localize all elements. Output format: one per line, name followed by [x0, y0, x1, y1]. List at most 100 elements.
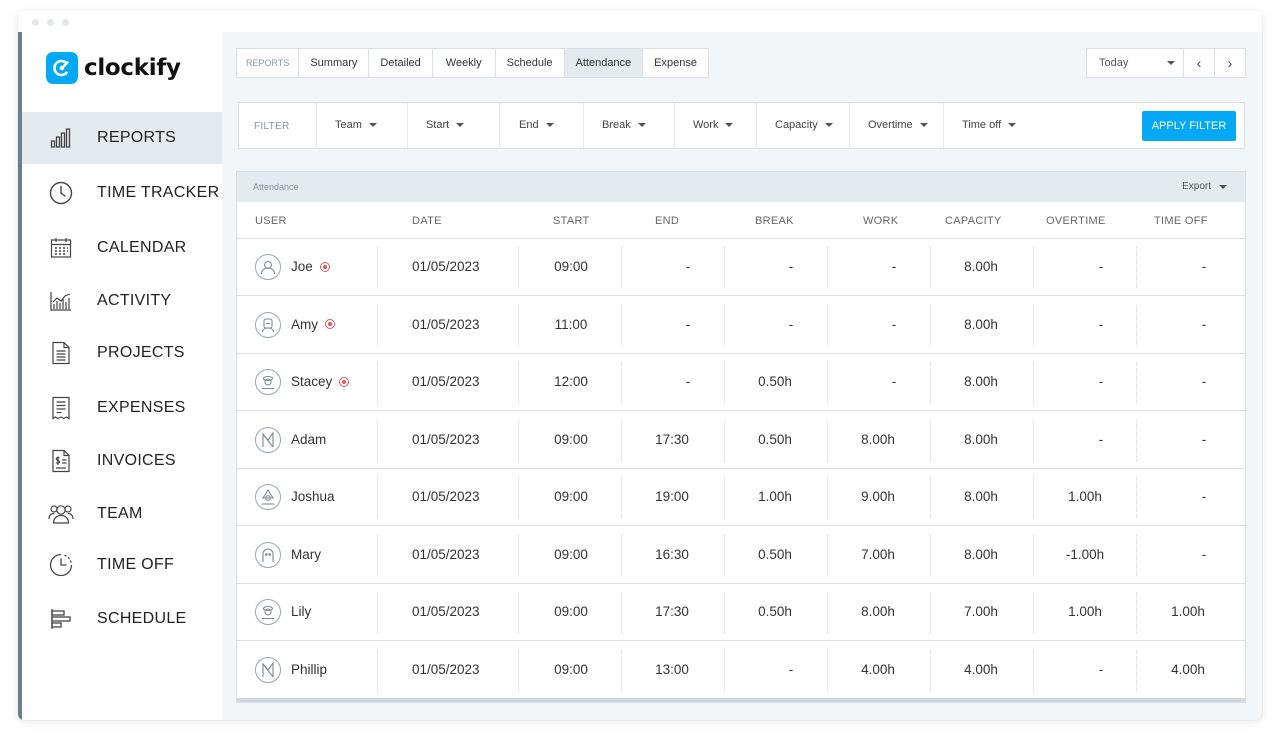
cell-start: 11:00 [554, 316, 588, 332]
user-name[interactable]: Adam [291, 432, 326, 447]
cell-date: 01/05/2023 [412, 661, 480, 677]
sidebar-item-label: INVOICES [97, 452, 176, 469]
user-name[interactable]: Mary [291, 547, 321, 562]
prev-range-button[interactable]: ‹ [1183, 49, 1214, 77]
cell-divider [1033, 419, 1034, 461]
cell-date: 01/05/2023 [412, 374, 480, 389]
sidebar-item-activity[interactable]: ACTIVITY [22, 275, 222, 327]
tab-summary[interactable]: Summary [298, 49, 369, 77]
column-header-capacity[interactable]: CAPACITY [945, 215, 1002, 227]
chevron-down-icon [725, 123, 734, 127]
cell-divider [518, 247, 519, 288]
filter-divider [943, 103, 944, 148]
sidebar-item-label: REPORTS [97, 129, 177, 146]
sidebar-item-invoices[interactable]: INVOICES [22, 435, 222, 487]
table-row[interactable]: Lily 01/05/2023 09:00 17:30 0.50h 8.00h 7.00h 1… [237, 584, 1245, 641]
tab-detailed[interactable]: Detailed [368, 49, 432, 77]
table-row[interactable]: Joe 01/05/2023 09:00 - - - 8.00h - - [237, 239, 1245, 296]
table-row[interactable]: Mary 01/05/2023 09:00 16:30 0.50h 7.00h 8.00h -… [237, 527, 1245, 584]
user-name[interactable]: Phillip [291, 662, 327, 677]
tab-weekly[interactable]: Weekly [431, 49, 495, 77]
cell-divider [1033, 247, 1034, 288]
chevron-left-icon: ‹ [1196, 55, 1202, 71]
sidebar-item-label: TIME OFF [97, 556, 175, 573]
filter-divider [316, 103, 317, 148]
cell-work: 8.00h [861, 604, 895, 619]
user-name-text: Phillip [291, 661, 328, 677]
recording-indicator-icon [319, 261, 330, 272]
cell-date: 01/05/2023 [412, 604, 480, 619]
sidebar-item-reports[interactable]: REPORTS [22, 112, 222, 164]
cell-time-off: - [1201, 546, 1207, 562]
column-header-start[interactable]: START [553, 215, 590, 227]
logo[interactable]: clockify [46, 51, 181, 85]
filter-capacity[interactable]: Capacity [775, 119, 833, 131]
column-header-date[interactable]: DATE [412, 215, 442, 227]
cell-overtime: - [1098, 374, 1104, 389]
filter-work[interactable]: Work [693, 119, 734, 131]
user-name[interactable]: Lily [291, 604, 311, 619]
column-header-overtime[interactable]: OVERTIME [1046, 215, 1106, 227]
sidebar-item-team[interactable]: TEAM [22, 488, 222, 540]
logo-text: clockify [84, 55, 181, 81]
sidebar-item-time-off[interactable]: TIME OFF [22, 539, 222, 591]
column-header-work[interactable]: WORK [863, 215, 898, 227]
export-button[interactable]: Export [1182, 181, 1227, 192]
sidebar-item-time-tracker[interactable]: TIME TRACKER [22, 167, 222, 219]
sidebar-item-expenses[interactable]: EXPENSES [22, 382, 222, 434]
window-dot-icon[interactable] [32, 19, 39, 26]
window-dot-icon[interactable] [47, 19, 54, 26]
sidebar-item-calendar[interactable]: CALENDAR [22, 222, 222, 274]
table-row[interactable]: Stacey 01/05/2023 12:00 - 0.50h - 8.00h - - [237, 354, 1245, 411]
sidebar-item-label: CALENDAR [97, 239, 187, 256]
panel-bottom-scrollbar[interactable] [237, 698, 1245, 702]
apply-filter-button[interactable]: APPLY FILTER [1142, 111, 1236, 141]
column-header-time-off[interactable]: TIME OFF [1154, 215, 1208, 227]
window-dot-icon[interactable] [62, 19, 69, 26]
user-name[interactable]: Stacey [291, 374, 350, 389]
cell-divider [930, 534, 931, 576]
cell-time-off: - [1201, 431, 1207, 447]
table-row[interactable]: Joshua 01/05/2023 09:00 19:00 1.00h 9.00h 8.00… [237, 469, 1245, 526]
next-range-button[interactable]: › [1214, 49, 1245, 77]
tab-expense[interactable]: Expense [642, 49, 708, 77]
date-range-select[interactable]: Today [1087, 49, 1183, 77]
cell-start: 09:00 [554, 604, 588, 619]
filter-time-off[interactable]: Time off [962, 119, 1017, 131]
filter-break[interactable]: Break [602, 119, 646, 131]
filter-team[interactable]: Team [335, 119, 377, 131]
cell-start: 09:00 [554, 431, 588, 447]
cell-divider [518, 649, 519, 691]
table-row[interactable]: Phillip 01/05/2023 09:00 13:00 - 4.00h 4.00h - 4… [237, 642, 1245, 699]
cell-capacity: 8.00h [964, 374, 998, 389]
cell-date: 01/05/2023 [412, 431, 480, 447]
filter-overtime[interactable]: Overtime [868, 119, 928, 131]
cell-divider [621, 649, 622, 691]
attendance-report-panel: Attendance Export USER DATE START END BR… [236, 171, 1246, 703]
column-header-end[interactable]: END [655, 215, 679, 227]
filter-start-label: Start [426, 119, 450, 131]
table-row[interactable]: Amy 01/05/2023 11:00 - - - 8.00h - - [237, 297, 1245, 354]
tab-schedule[interactable]: Schedule [494, 49, 564, 77]
user-name[interactable]: Joe [291, 259, 330, 274]
user-name[interactable]: Amy [291, 317, 335, 332]
filter-start[interactable]: Start [426, 119, 465, 131]
user-name-text: Adam [291, 431, 327, 447]
column-header-user[interactable]: USER [255, 215, 287, 227]
sidebar-item-schedule[interactable]: SCHEDULE [22, 593, 222, 645]
sidebar-item-projects[interactable]: PROJECTS [22, 327, 222, 379]
cell-divider [827, 304, 828, 346]
cell-divider [930, 649, 931, 691]
filter-end[interactable]: End [519, 119, 554, 131]
user-name[interactable]: Joshua [291, 489, 335, 504]
cell-divider [377, 592, 378, 633]
cell-divider [827, 534, 828, 576]
cell-divider [1033, 304, 1034, 346]
cell-divider [827, 247, 828, 288]
tab-attendance[interactable]: Attendance [563, 49, 643, 77]
cell-divider [1136, 304, 1137, 346]
schedule-icon [48, 606, 74, 632]
column-header-break[interactable]: BREAK [755, 215, 794, 227]
table-row[interactable]: Adam 01/05/2023 09:00 17:30 0.50h 8.00h 8.00h -… [237, 412, 1245, 469]
cell-break: 0.50h [758, 431, 792, 447]
